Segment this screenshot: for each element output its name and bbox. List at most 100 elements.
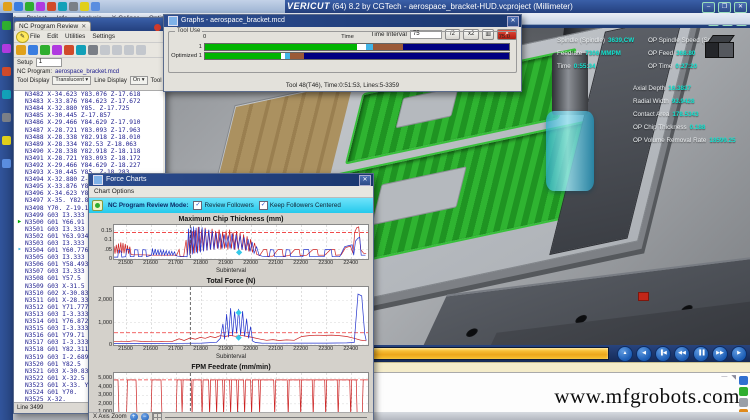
play-reverse-button[interactable]: ◀: [636, 345, 652, 362]
keep-followers-centered-checkbox[interactable]: ✓ Keep Followers Centered: [258, 201, 341, 210]
nc-menu-settings[interactable]: Settings: [92, 33, 115, 40]
info-icon[interactable]: [2, 21, 11, 30]
chart-title: FPM Feedrate (mm/min): [191, 364, 271, 371]
tab-close-icon[interactable]: ✕: [81, 23, 86, 30]
watermark: www.mfgrobots.com: [554, 384, 740, 408]
edit-pencil-icon[interactable]: ✎: [16, 31, 29, 43]
play-icon[interactable]: [2, 90, 11, 99]
y-tick-label: 4,000: [98, 383, 112, 390]
review-followers-checkbox[interactable]: ✓ Review Followers: [193, 201, 254, 210]
cutting-tool: [546, 111, 594, 191]
nc-code-line[interactable]: N3492 X-29.466 Y84.629 Z-18.227: [14, 162, 163, 169]
play-icon[interactable]: [69, 2, 78, 11]
camera-icon[interactable]: [2, 67, 11, 76]
zoom-icon[interactable]: ⌕: [719, 14, 722, 21]
comment-icon[interactable]: [112, 45, 122, 55]
play-button[interactable]: ▶: [731, 345, 747, 362]
nc-code-line[interactable]: N3490 X-28.338 Y82.918 Z-18.118: [14, 148, 163, 155]
open-icon[interactable]: [14, 2, 23, 11]
step-start-button[interactable]: ▐◀: [655, 345, 671, 362]
zoom-in-button[interactable]: +: [129, 413, 138, 420]
hud-readout: OP Time 0:27:20: [648, 63, 698, 70]
x-axis-zoom-slider[interactable]: [164, 416, 367, 418]
line-display-select[interactable]: On ▾: [129, 76, 148, 85]
nc-code-line[interactable]: N3482 X-34.623 Y83.076 Z-17.618: [14, 91, 163, 98]
nc-menu-utilities[interactable]: Utilities: [65, 33, 85, 40]
nc-code-line[interactable]: N3485 X-30.445 Z-17.857: [14, 112, 163, 119]
folder-icon[interactable]: [2, 136, 11, 145]
status-icon[interactable]: [2, 44, 11, 53]
nc-menu-file[interactable]: File: [30, 33, 40, 40]
project-icon[interactable]: [36, 2, 45, 11]
help-icon[interactable]: ?: [726, 14, 729, 21]
step-forward-button[interactable]: ▶▶: [712, 345, 728, 362]
log-icon[interactable]: [739, 376, 748, 385]
reset-icon[interactable]: [58, 2, 67, 11]
tab-nc-program-review[interactable]: NC Program Review ✕: [14, 21, 92, 31]
columns-icon[interactable]: [88, 45, 98, 55]
hud-metric: OP Chip Thickness 0.188: [633, 124, 706, 131]
print-icon[interactable]: [76, 45, 86, 55]
nc-code-line[interactable]: N3491 X-28.721 Y83.093 Z-18.172: [14, 155, 163, 162]
search-icon[interactable]: [52, 45, 62, 55]
chart-options-menu[interactable]: Chart Options: [89, 186, 373, 198]
comment-icon[interactable]: [100, 45, 110, 55]
nc-code-text: N3516 G01 Y79.71: [25, 332, 85, 340]
nc-code-text: N3504 G01 Y60.776: [25, 247, 89, 255]
undo-icon[interactable]: [64, 45, 74, 55]
nc-code-line[interactable]: N3488 X-28.338 Y82.918 Z-18.010: [14, 134, 163, 141]
select-icon[interactable]: [16, 45, 26, 55]
report-icon[interactable]: [80, 2, 89, 11]
note-icon[interactable]: [739, 398, 748, 407]
monitor-icon[interactable]: [2, 159, 11, 168]
chart-block: Maximum Chip Thickness (mm) 0.05 0.1 0.15 21…: [89, 215, 373, 275]
tool-use-row[interactable]: Optimized 1: [169, 51, 510, 60]
y-tick-label: 1,000: [98, 319, 112, 326]
x-tick-label: 21700: [168, 346, 183, 352]
info-icon[interactable]: [47, 2, 56, 11]
edit-icon[interactable]: [40, 45, 50, 55]
nc-code-line[interactable]: N3489 X-28.334 Y82.53 Z-18.063: [14, 141, 163, 148]
x-tick-label: 21900: [218, 346, 233, 352]
minimize-button[interactable]: –: [702, 2, 715, 13]
panel-minimize-icon[interactable]: —: [721, 374, 727, 381]
settings-icon[interactable]: ⚙: [734, 14, 739, 21]
x-tick-label: 22300: [318, 260, 334, 266]
stop-button[interactable]: ▲: [617, 345, 633, 362]
nc-code-text: N3506 G01 Y58.493: [25, 261, 89, 269]
setup-field[interactable]: 1: [35, 58, 62, 67]
close-button[interactable]: ✕: [734, 2, 747, 13]
panel-pin-icon[interactable]: ◥: [731, 374, 736, 381]
tool-use-axis: 0 Time 75.0: [203, 34, 510, 40]
nc-code-line[interactable]: N3486 X-29.466 Y84.629 Z-17.910: [14, 119, 163, 126]
pause-button[interactable]: ▐▐: [693, 345, 709, 362]
users-icon[interactable]: [28, 45, 38, 55]
save-icon[interactable]: [25, 2, 34, 11]
tools-icon[interactable]: [91, 2, 100, 11]
nc-menu-edit[interactable]: Edit: [47, 33, 58, 40]
step-back-button[interactable]: ◀◀: [674, 345, 690, 362]
nc-code-line[interactable]: N3484 X-32.880 Y85. Z-17.725: [14, 105, 163, 112]
tool-use-group: Tool Use 0 Time 75.0 1 Optimized 1: [168, 28, 517, 73]
chart-plot[interactable]: 0 1,000 2,000: [98, 286, 369, 348]
force-charts-window-icon: [93, 175, 103, 185]
chart-plot[interactable]: 0.05 0.1 0.15: [101, 224, 369, 262]
tool-use-row[interactable]: 1: [169, 42, 510, 51]
graphs-close-button[interactable]: ✕: [507, 15, 519, 27]
nc-code-text: N3502 G01 Y63.934: [25, 232, 89, 240]
force-charts-close-button[interactable]: ✕: [359, 174, 371, 186]
comment-icon[interactable]: [124, 45, 134, 55]
tool-display-select[interactable]: Translucent ▾: [52, 76, 92, 85]
grid-toggle-icon[interactable]: [151, 412, 162, 420]
record-icon[interactable]: [2, 113, 11, 122]
restore-button[interactable]: ❐: [718, 2, 731, 13]
zoom-out-button[interactable]: −: [140, 413, 149, 420]
graphs-titlebar: Graphs - aerospace_bracket.mcd ✕: [164, 15, 521, 27]
nc-code-line[interactable]: N3483 X-33.876 Y84.623 Z-17.672: [14, 98, 163, 105]
new-icon[interactable]: [3, 2, 12, 11]
nc-code-line[interactable]: N3487 X-28.721 Y83.093 Z-17.963: [14, 126, 163, 134]
check-icon[interactable]: [739, 387, 748, 396]
comment-icon[interactable]: [136, 45, 146, 55]
review-marker-icon: ▶: [17, 218, 22, 225]
collapse-icon[interactable]: ▾: [743, 14, 746, 21]
